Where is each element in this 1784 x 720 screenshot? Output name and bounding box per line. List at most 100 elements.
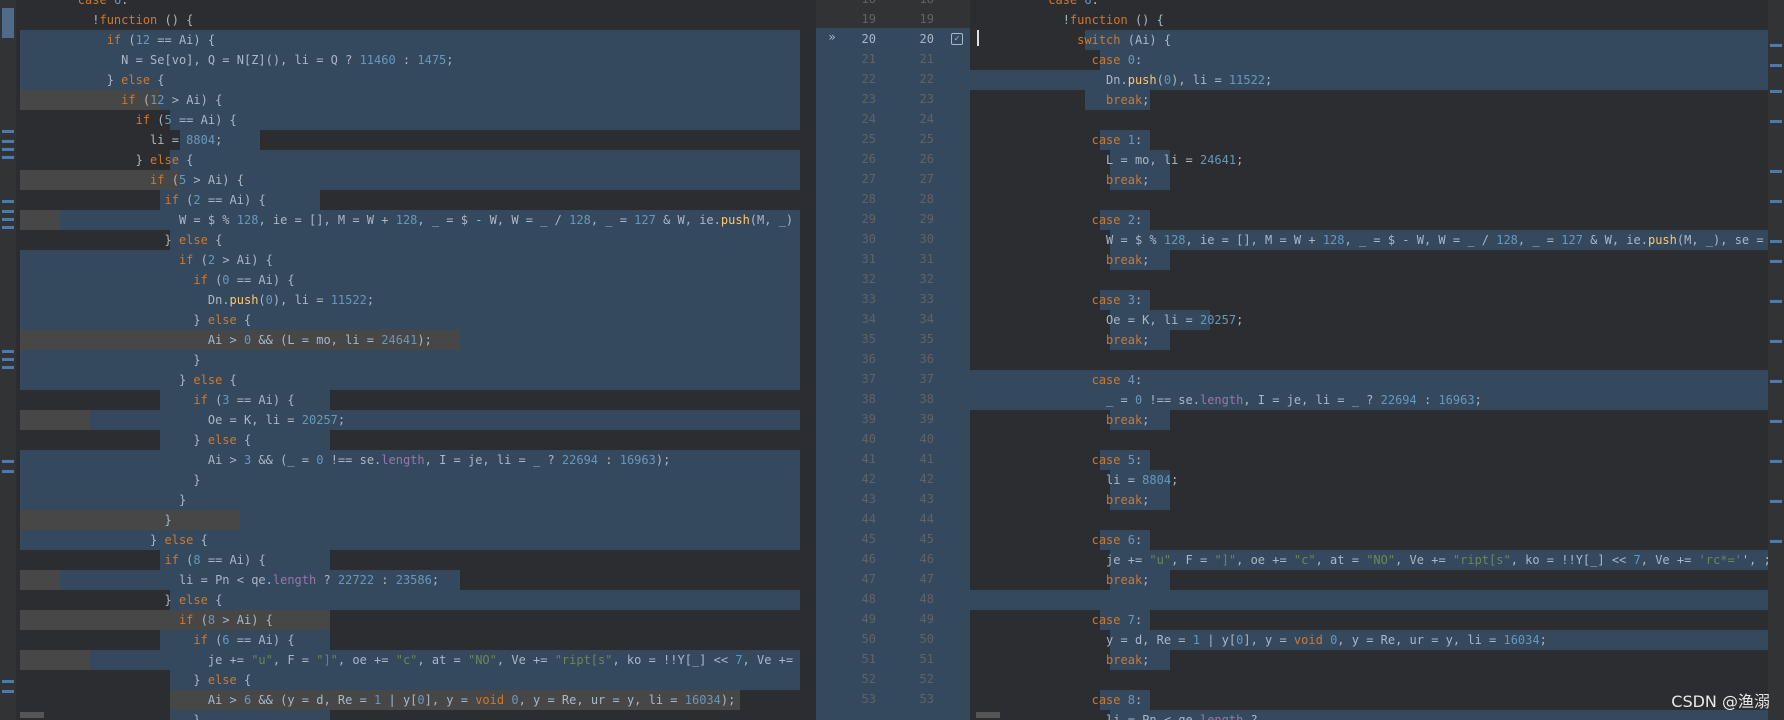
right-code-line[interactable]: break;	[970, 570, 1784, 590]
left-code-line[interactable]: if (0 == Ai) {	[0, 270, 816, 290]
gutter-line-number-left: 22	[861, 72, 876, 86]
left-code-line[interactable]: Ai > 0 && (L = mo, li = 24641);	[0, 330, 816, 350]
left-code-line[interactable]: }	[0, 490, 816, 510]
left-code-line[interactable]: W = $ % 128, ie = [], M = W + 128, _ = $…	[0, 210, 816, 230]
left-code-line[interactable]: li = 8804;	[0, 130, 816, 150]
right-code-line[interactable]: break;	[970, 250, 1784, 270]
right-code-text: case 1:	[1091, 133, 1143, 147]
right-code-line[interactable]: case 6:	[970, 530, 1784, 550]
left-code-line[interactable]: } else {	[0, 430, 816, 450]
right-code-line[interactable]	[970, 590, 1784, 610]
gutter-line-number-right: 20	[919, 32, 934, 46]
left-code-lines: case 6: !function () { if (12 == Ai) { N…	[0, 0, 816, 720]
right-code-line[interactable]: case 5:	[970, 450, 1784, 470]
gutter-line-number-right: 22	[919, 72, 934, 86]
right-code-line[interactable]: case 3:	[970, 290, 1784, 310]
right-code-line[interactable]: je += "u", F = "]", oe += "c", at = "NO"…	[970, 550, 1784, 570]
right-code-line[interactable]: break;	[970, 490, 1784, 510]
left-code-line[interactable]: Dn.push(0), li = 11522;	[0, 290, 816, 310]
right-code-line[interactable]: L = mo, li = 24641;	[970, 150, 1784, 170]
left-code-line[interactable]: } else {	[0, 150, 816, 170]
left-code-line[interactable]: Oe = K, li = 20257;	[0, 410, 816, 430]
text-caret	[977, 30, 979, 46]
right-code-line[interactable]	[970, 510, 1784, 530]
right-code-text: W = $ % 128, ie = [], M = W + 128, _ = $…	[976, 233, 1764, 247]
right-code-line[interactable]	[970, 270, 1784, 290]
left-code-line[interactable]: if (2 > Ai) {	[0, 250, 816, 270]
left-code-line[interactable]: }	[0, 510, 816, 530]
diff-highlight	[460, 330, 800, 350]
diff-highlight	[170, 150, 800, 170]
right-code-line[interactable]: switch (Ai) {	[970, 30, 1784, 50]
left-code-line[interactable]: } else {	[0, 590, 816, 610]
left-code-line[interactable]: if (12 == Ai) {	[0, 30, 816, 50]
left-code-line[interactable]: } else {	[0, 530, 816, 550]
left-code-line[interactable]: li = Pn < qe.length ? 22722 : 23586;	[0, 570, 816, 590]
right-editor-pane[interactable]: case 6: !function () { switch (Ai) { cas…	[970, 0, 1784, 720]
right-code-text: break;	[1106, 493, 1150, 507]
left-code-line[interactable]: if (5 > Ai) {	[0, 170, 816, 190]
gutter-line-number-right: 47	[919, 572, 934, 586]
left-code-line[interactable]: } else {	[0, 70, 816, 90]
right-code-line[interactable]: case 1:	[970, 130, 1784, 150]
right-code-line[interactable]	[970, 110, 1784, 130]
right-code-line[interactable]: _ = 0 !== se.length, I = je, li = _ ? 22…	[970, 390, 1784, 410]
left-code-line[interactable]: if (2 == Ai) {	[0, 190, 816, 210]
right-code-line[interactable]: case 4:	[970, 370, 1784, 390]
gutter-line-number-left: 28	[861, 192, 876, 206]
left-code-line[interactable]: je += "u", F = "]", oe += "c", at = "NO"…	[0, 650, 816, 670]
right-code-line[interactable]: break;	[970, 170, 1784, 190]
right-code-line[interactable]	[970, 430, 1784, 450]
left-code-line[interactable]: if (6 == Ai) {	[0, 630, 816, 650]
right-code-line[interactable]: break;	[970, 90, 1784, 110]
left-code-line[interactable]: } else {	[0, 230, 816, 250]
include-change-checkbox[interactable]: ✓	[951, 33, 963, 45]
gutter-line-number-left: 33	[861, 292, 876, 306]
right-code-line[interactable]	[970, 190, 1784, 210]
left-code-text: N = Se[vo], Q = N[Z](), li = Q ? 11460 :…	[20, 53, 454, 67]
left-code-line[interactable]: } else {	[0, 310, 816, 330]
left-code-line[interactable]: if (8 == Ai) {	[0, 550, 816, 570]
gutter-line-number-right: 34	[919, 312, 934, 326]
gutter-line-number-right: 48	[919, 592, 934, 606]
right-code-line[interactable]: li = 8804;	[970, 470, 1784, 490]
right-code-line[interactable]: break;	[970, 650, 1784, 670]
diff-highlight	[970, 590, 1770, 610]
right-scrollbar[interactable]	[1768, 0, 1784, 720]
left-code-line[interactable]: } else {	[0, 370, 816, 390]
left-code-line[interactable]: } else {	[0, 670, 816, 690]
right-code-line[interactable]: case 0:	[970, 50, 1784, 70]
right-code-line[interactable]: case 6:	[970, 0, 1784, 10]
left-code-line[interactable]: }	[0, 710, 816, 720]
left-code-line[interactable]: Ai > 6 && (y = d, Re = 1 | y[0], y = voi…	[0, 690, 816, 710]
left-code-line[interactable]: if (12 > Ai) {	[0, 90, 816, 110]
right-code-line[interactable]	[970, 670, 1784, 690]
right-code-line[interactable]: break;	[970, 410, 1784, 430]
left-code-line[interactable]: }	[0, 470, 816, 490]
left-editor-pane[interactable]: case 6: !function () { if (12 == Ai) { N…	[0, 0, 816, 720]
right-code-line[interactable]: break;	[970, 330, 1784, 350]
right-code-line[interactable]: y = d, Re = 1 | y[0], y = void 0, y = Re…	[970, 630, 1784, 650]
left-code-line[interactable]: !function () {	[0, 10, 816, 30]
left-code-line[interactable]: case 6:	[0, 0, 816, 10]
right-code-line[interactable]: li = Pn < qe.length ? ...	[970, 710, 1784, 720]
right-code-line[interactable]: case 8:	[970, 690, 1784, 710]
left-code-line[interactable]: }	[0, 350, 816, 370]
right-code-line[interactable]	[970, 350, 1784, 370]
left-code-line[interactable]: if (8 > Ai) {	[0, 610, 816, 630]
left-code-line[interactable]: if (3 == Ai) {	[0, 390, 816, 410]
left-code-text: } else {	[20, 593, 223, 607]
gutter-line-number-right: 45	[919, 532, 934, 546]
right-code-line[interactable]: Dn.push(0), li = 11522;	[970, 70, 1784, 90]
left-code-line[interactable]: N = Se[vo], Q = N[Z](), li = Q ? 11460 :…	[0, 50, 816, 70]
right-code-line[interactable]: case 2:	[970, 210, 1784, 230]
right-code-line[interactable]: Oe = K, li = 20257;	[970, 310, 1784, 330]
left-code-line[interactable]: if (5 == Ai) {	[0, 110, 816, 130]
accept-change-icon[interactable]: »	[822, 30, 842, 44]
gutter-line-number-right: 18	[894, 0, 934, 6]
diff-highlight	[1100, 50, 1770, 70]
right-code-line[interactable]: W = $ % 128, ie = [], M = W + 128, _ = $…	[970, 230, 1784, 250]
right-code-line[interactable]: !function () {	[970, 10, 1784, 30]
left-code-line[interactable]: Ai > 3 && (_ = 0 !== se.length, I = je, …	[0, 450, 816, 470]
right-code-line[interactable]: case 7:	[970, 610, 1784, 630]
